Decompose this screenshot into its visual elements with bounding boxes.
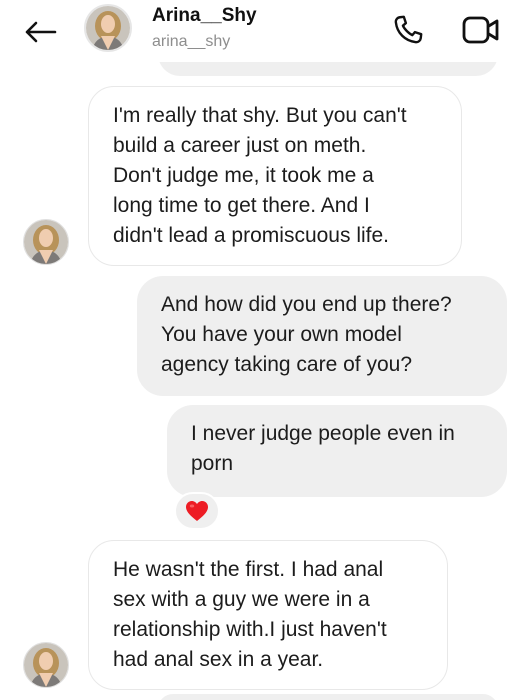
video-camera-icon [461,14,501,46]
outgoing-message-bubble[interactable]: I never judge people even in porn [167,405,507,497]
avatar-image [86,6,130,50]
chat-header: Arina__Shy arina__shy [0,0,528,62]
message-text: I never judge people even in porn [191,422,455,475]
message-text: And how did you end up there? You have y… [161,293,452,376]
phone-icon [390,12,426,48]
message-text: He wasn't the first. I had anal sex with… [113,558,387,671]
contact-username: arina__shy [152,33,231,50]
sender-avatar[interactable] [23,219,69,265]
contact-avatar[interactable] [84,4,132,52]
message-text: I'm really that shy. But you can't build… [113,104,407,247]
heart-reaction[interactable] [174,492,220,530]
outgoing-message-bubble[interactable]: And how did you end up there? You have y… [137,276,507,396]
video-call-button[interactable] [458,10,504,50]
contact-name[interactable]: Arina__Shy [152,5,257,27]
avatar-image [24,643,68,687]
sender-avatar[interactable] [23,642,69,688]
arrow-left-icon [23,20,57,44]
next-message-bubble[interactable] [158,694,498,700]
heart-icon [185,500,209,522]
chat-screen: Arina__Shy arina__shy I'm really that sh… [0,0,528,700]
avatar-image [24,220,68,264]
incoming-message-bubble[interactable]: I'm really that shy. But you can't build… [88,86,462,266]
back-button[interactable] [20,12,60,52]
audio-call-button[interactable] [386,10,430,50]
incoming-message-bubble[interactable]: He wasn't the first. I had anal sex with… [88,540,448,690]
